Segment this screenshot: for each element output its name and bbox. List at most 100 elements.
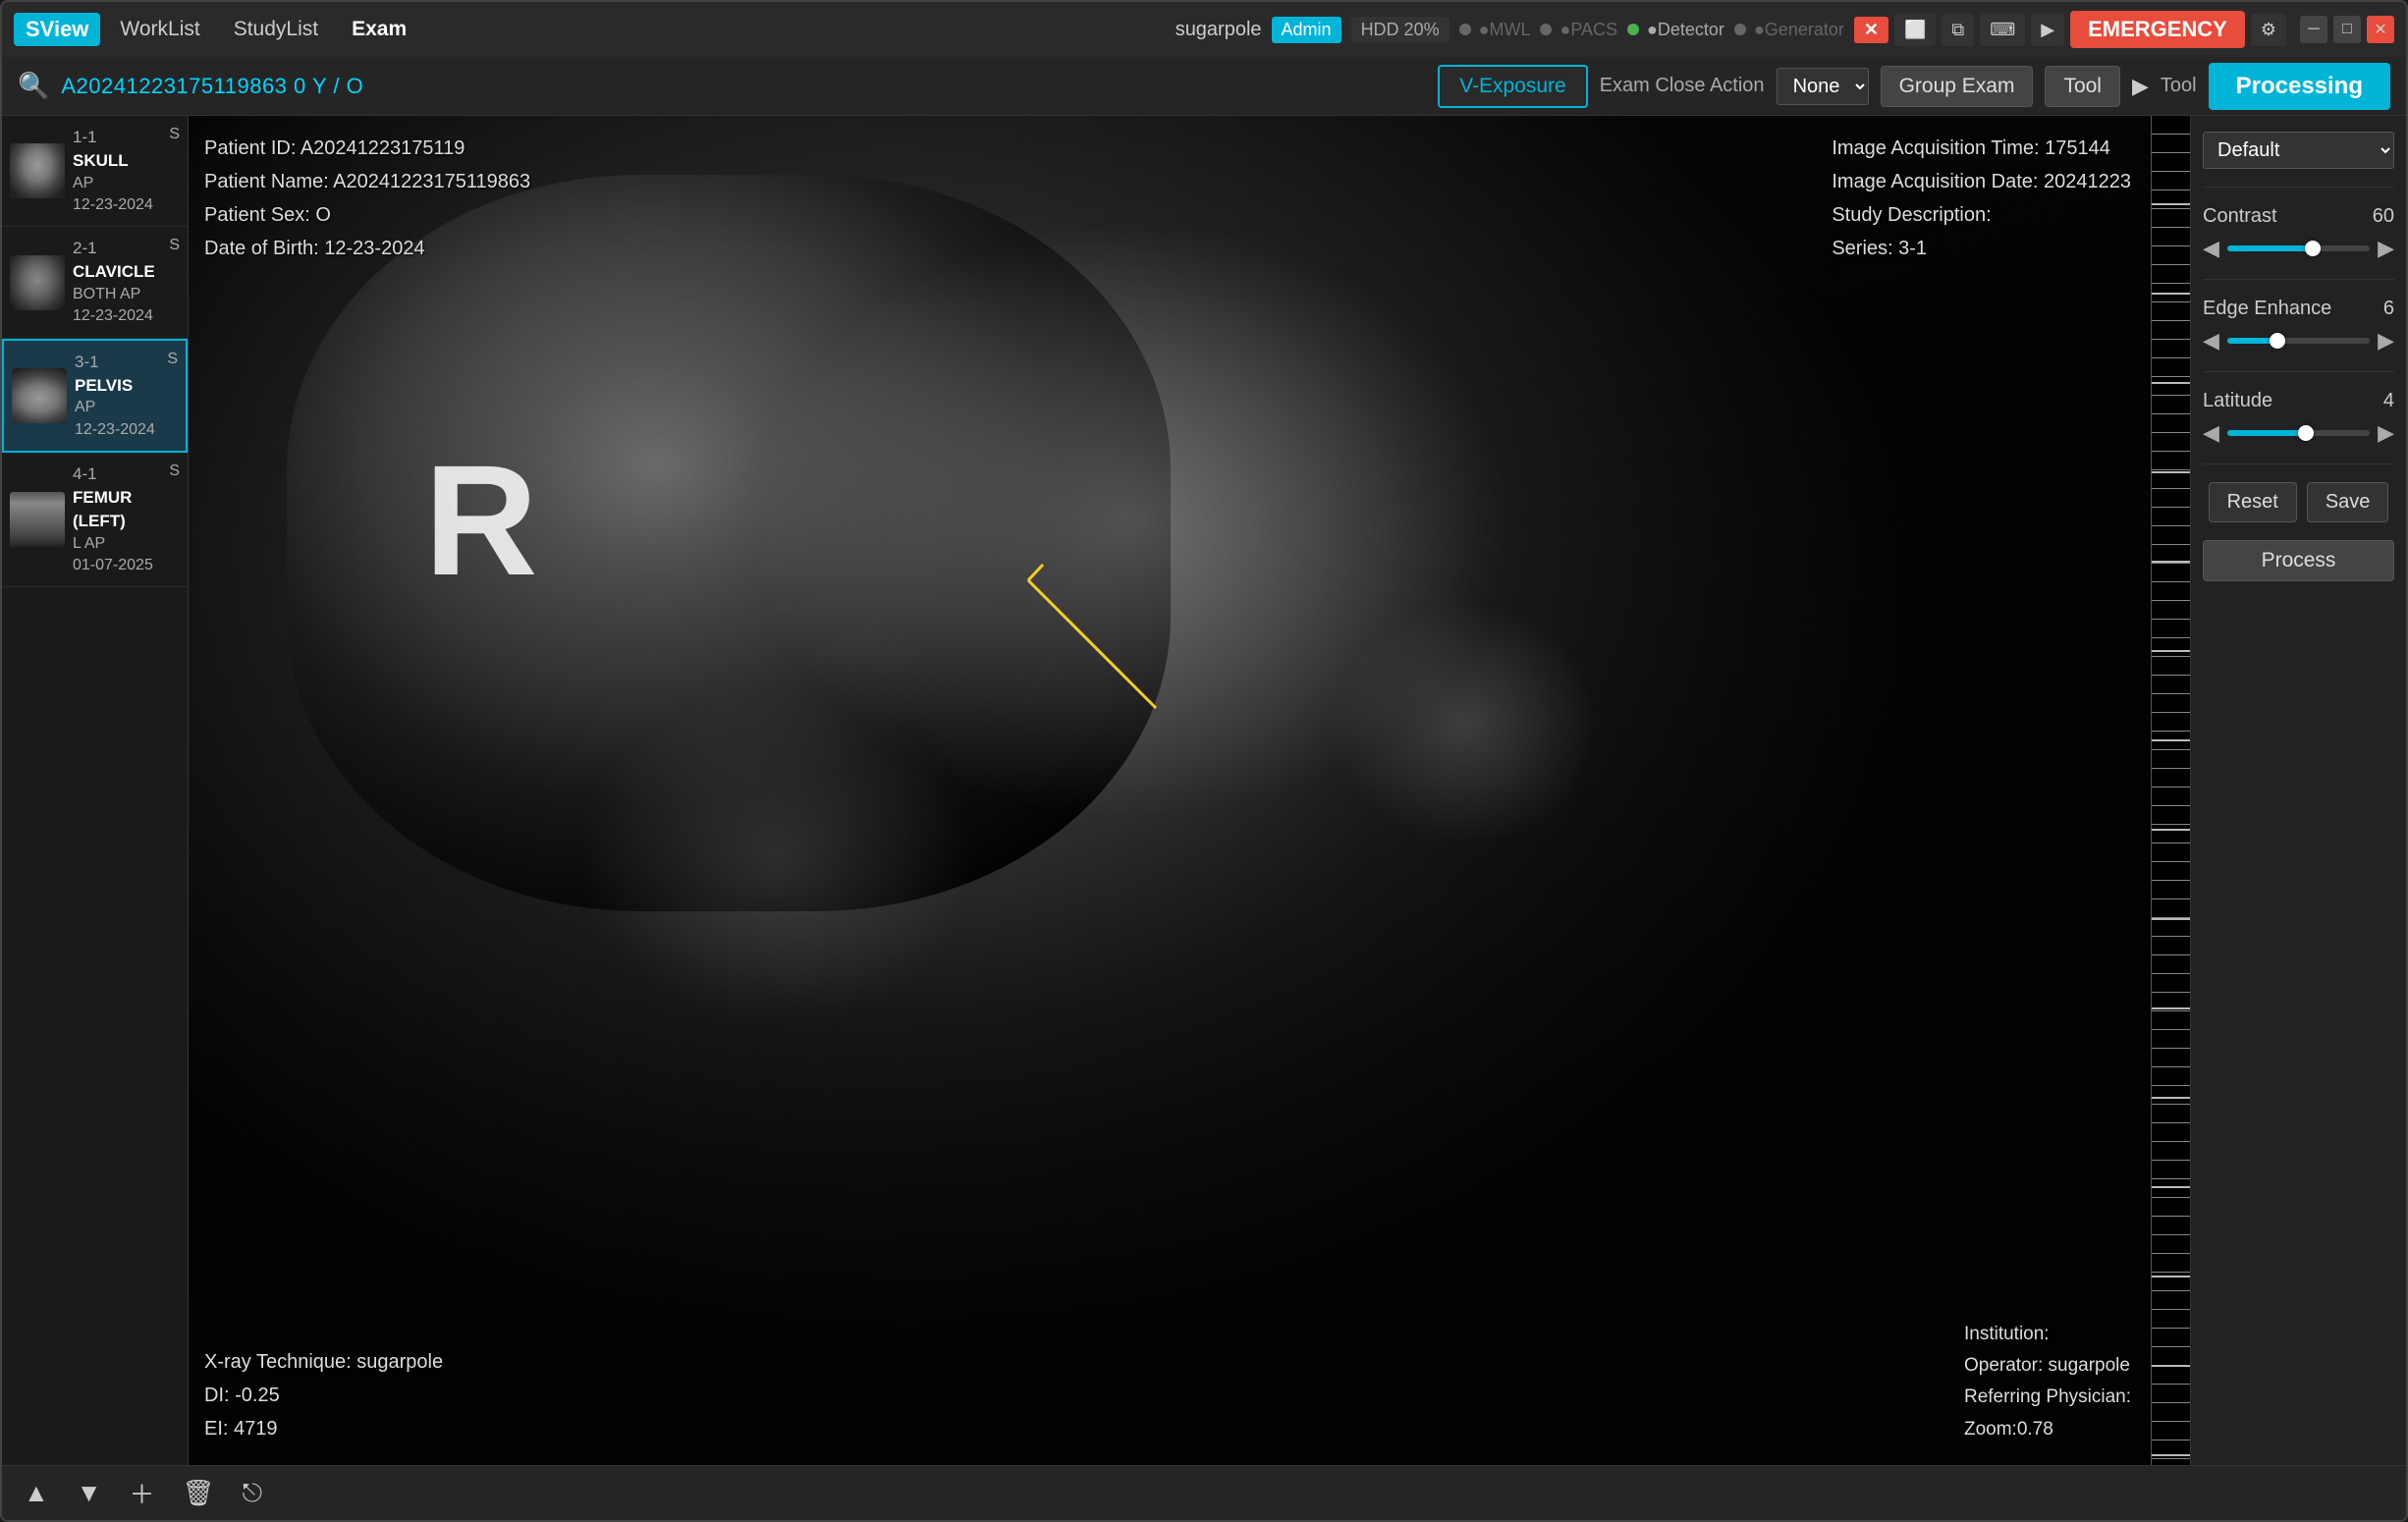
window-controls: ─ □ ✕	[2300, 16, 2394, 43]
edge-enhance-increase-button[interactable]: ▶	[2378, 328, 2394, 353]
series-item[interactable]: 4-1 FEMUR (LEFT) L AP 01-07-2025 S	[2, 453, 188, 587]
detector-indicator: ●Detector	[1627, 20, 1724, 40]
series-badge: S	[169, 462, 180, 480]
xray-image	[189, 116, 2151, 1465]
latitude-increase-button[interactable]: ▶	[2378, 420, 2394, 446]
hdd-badge: HDD 20%	[1351, 17, 1450, 43]
series-info-1: 1-1 SKULL AP 12-23-2024	[73, 126, 161, 216]
minimize-button[interactable]: ─	[2300, 16, 2327, 43]
edge-enhance-thumb[interactable]	[2270, 333, 2285, 349]
exam-close-select[interactable]: None	[1777, 68, 1869, 105]
image-info-overlay: Image Acquisition Time: 175144 Image Acq…	[1832, 132, 2131, 265]
series-date: 01-07-2025	[73, 555, 161, 576]
latitude-decrease-button[interactable]: ◀	[2203, 420, 2219, 446]
menu-worklist[interactable]: WorkList	[106, 12, 213, 47]
mwl-indicator: ●MWL	[1459, 20, 1531, 40]
delete-button[interactable]: 🗑	[176, 1472, 220, 1514]
latitude-fill	[2227, 430, 2306, 436]
menu-studylist[interactable]: StudyList	[220, 12, 332, 47]
series-view: L AP	[73, 533, 161, 555]
divider	[2203, 463, 2394, 464]
process-button[interactable]: Process	[2203, 540, 2394, 581]
contrast-decrease-button[interactable]: ◀	[2203, 236, 2219, 261]
title-bar: SView WorkList StudyList Exam sugarpole …	[2, 2, 2406, 57]
series-body: PELVIS	[75, 374, 159, 398]
group-exam-button[interactable]: Group Exam	[1881, 66, 2034, 107]
nav-up-button[interactable]: ▲	[18, 1472, 55, 1514]
series-num: 2-1	[73, 237, 161, 260]
user-info: sugarpole Admin HDD 20% ●MWL ●PACS ●Dete…	[1176, 17, 1888, 43]
contrast-header: Contrast 60	[2203, 205, 2394, 228]
edge-enhance-slider-group: Edge Enhance 6 ◀ ▶	[2203, 298, 2394, 353]
processing-button[interactable]: Processing	[2209, 63, 2390, 110]
latitude-thumb[interactable]	[2298, 425, 2314, 441]
ruler	[2151, 116, 2190, 1465]
series-thumb-1	[10, 143, 65, 198]
series-info-4: 4-1 FEMUR (LEFT) L AP 01-07-2025	[73, 462, 161, 576]
right-panel: Default Contrast 60 ◀ ▶	[2190, 116, 2406, 1465]
divider	[2203, 371, 2394, 372]
xray-bottom-left: X-ray Technique: sugarpole DI: -0.25 EI:…	[204, 1345, 443, 1445]
contrast-increase-button[interactable]: ▶	[2378, 236, 2394, 261]
contrast-track[interactable]	[2227, 245, 2370, 251]
contrast-label: Contrast	[2203, 205, 2277, 228]
nav-down-button[interactable]: ▼	[71, 1472, 108, 1514]
latitude-slider-row: ◀ ▶	[2203, 420, 2394, 446]
series-body: SKULL	[73, 149, 161, 173]
image-viewport[interactable]: R Patient ID: A20241223175119 Patient Na…	[189, 116, 2190, 1465]
menu-exam[interactable]: Exam	[338, 12, 420, 47]
contrast-value: 60	[2373, 205, 2394, 228]
series-view: AP	[75, 397, 159, 418]
series-num: 4-1	[73, 462, 161, 486]
app-logo[interactable]: SView	[14, 13, 100, 46]
series-item[interactable]: 2-1 CLAVICLE BOTH AP 12-23-2024 S	[2, 227, 188, 338]
series-view: BOTH AP	[73, 284, 161, 305]
keyboard-icon-btn[interactable]: ⌨	[1980, 14, 2025, 46]
toolbar-expand-button[interactable]: ▶	[2132, 74, 2149, 99]
monitor-icon-btn[interactable]: ⬜	[1894, 14, 1936, 46]
series-info-3: 3-1 PELVIS AP 12-23-2024	[75, 351, 159, 441]
tool-button[interactable]: Tool	[2045, 66, 2120, 107]
reset-save-row: Reset Save	[2203, 482, 2394, 522]
series-badge: S	[169, 126, 180, 143]
series-num: 1-1	[73, 126, 161, 149]
series-date: 12-23-2024	[73, 305, 161, 327]
latitude-slider-group: Latitude 4 ◀ ▶	[2203, 390, 2394, 446]
title-bar-icons: ⬜ ⧉ ⌨ ▶ EMERGENCY ⚙	[1894, 11, 2286, 48]
emergency-button[interactable]: EMERGENCY	[2070, 11, 2245, 48]
edge-enhance-decrease-button[interactable]: ◀	[2203, 328, 2219, 353]
edge-enhance-header: Edge Enhance 6	[2203, 298, 2394, 320]
maximize-button[interactable]: □	[2333, 16, 2361, 43]
preset-select[interactable]: Default	[2203, 132, 2394, 169]
latitude-header: Latitude 4	[2203, 390, 2394, 412]
export-button[interactable]: ⎋	[237, 1472, 269, 1515]
v-exposure-button[interactable]: V-Exposure	[1438, 65, 1588, 108]
series-num: 3-1	[75, 351, 159, 374]
series-body: FEMUR (LEFT)	[73, 486, 161, 533]
pacs-indicator: ●PACS	[1540, 20, 1617, 40]
main-content: 1-1 SKULL AP 12-23-2024 S 2-1 CLAVICLE B…	[2, 116, 2406, 1465]
window-close-button[interactable]: ✕	[2367, 16, 2394, 43]
copy-icon-btn[interactable]: ⧉	[1942, 14, 1974, 46]
patient-info-overlay: Patient ID: A20241223175119 Patient Name…	[204, 132, 530, 265]
series-body: CLAVICLE	[73, 260, 161, 284]
username: sugarpole	[1176, 19, 1262, 41]
contrast-thumb[interactable]	[2305, 241, 2321, 256]
edge-enhance-track[interactable]	[2227, 338, 2370, 344]
series-thumb-4	[10, 492, 65, 547]
edge-enhance-slider-row: ◀ ▶	[2203, 328, 2394, 353]
save-button[interactable]: Save	[2307, 482, 2389, 522]
settings-icon-btn[interactable]: ⚙	[2251, 14, 2286, 46]
series-thumb-3	[12, 368, 67, 423]
search-button[interactable]: 🔍	[18, 71, 49, 101]
add-button[interactable]: ＋	[123, 1469, 160, 1517]
reset-button[interactable]: Reset	[2209, 482, 2297, 522]
edge-enhance-value: 6	[2383, 298, 2394, 320]
series-item[interactable]: 1-1 SKULL AP 12-23-2024 S	[2, 116, 188, 227]
expand-icon-btn[interactable]: ▶	[2031, 14, 2064, 46]
latitude-track[interactable]	[2227, 430, 2370, 436]
divider	[2203, 187, 2394, 188]
close-indicator-btn[interactable]: ✕	[1854, 17, 1888, 43]
divider	[2203, 279, 2394, 280]
series-item-active[interactable]: 3-1 PELVIS AP 12-23-2024 S	[2, 339, 188, 453]
